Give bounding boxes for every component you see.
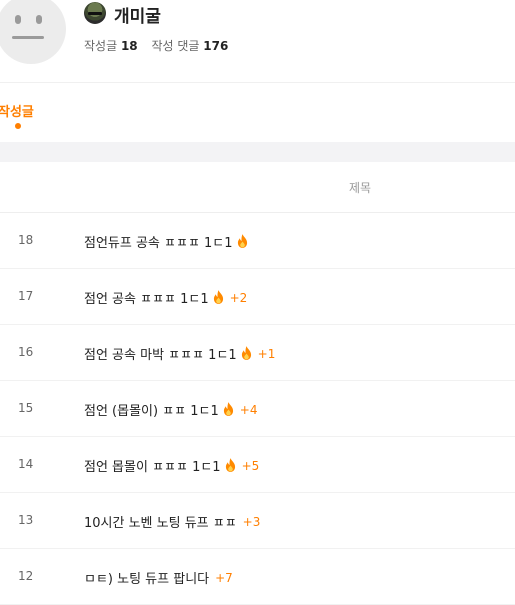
comments-label: 작성 댓글: [151, 39, 200, 53]
post-title-link[interactable]: 점언 공속 ㅍㅍㅍ 1ㄷ1 +2: [84, 288, 247, 307]
avatar-mouth: [12, 36, 44, 39]
post-title-link[interactable]: 10시간 노벤 노팅 듀프 ㅍㅍ +3: [84, 512, 261, 532]
comment-count: +2: [229, 290, 248, 305]
comment-count: +7: [215, 570, 233, 585]
profile-stats: 작성글 18 작성 댓글 176: [84, 37, 228, 54]
level-badge-icon: [84, 2, 106, 24]
avatar-eye-left: [15, 15, 21, 24]
comment-count: +5: [241, 458, 260, 473]
post-number: 16: [18, 345, 34, 359]
section-divider: [0, 142, 515, 162]
posts-count: 18: [120, 39, 138, 53]
post-title-link[interactable]: 점언 공속 마박 ㅍㅍㅍ 1ㄷ1 +1: [84, 344, 275, 363]
post-title-link[interactable]: 점언듀프 공속 ㅍㅍㅍ 1ㄷ1: [84, 232, 248, 251]
post-title-text: 점언 공속 ㅍㅍㅍ 1ㄷ1: [84, 292, 209, 307]
fire-icon: [237, 233, 248, 248]
nickname: 개미굴: [114, 7, 161, 27]
fire-icon: [225, 457, 236, 472]
comment-count: +1: [257, 346, 276, 361]
post-title-link[interactable]: 점언 몹몰이 ㅍㅍㅍ 1ㄷ1 +5: [84, 456, 259, 475]
avatar-eye-right: [36, 15, 42, 24]
profile-header: 개미굴 작성글 18 작성 댓글 176: [0, 0, 515, 83]
post-number: 12: [18, 569, 34, 583]
avatar[interactable]: [0, 0, 66, 64]
comments-count: 176: [203, 39, 229, 53]
post-title-text: 점언 (몹몰이) ㅍㅍ 1ㄷ1: [84, 404, 219, 419]
table-header: 제목: [0, 162, 515, 213]
post-number: 14: [18, 457, 34, 471]
table-row[interactable]: 13 10시간 노벤 노팅 듀프 ㅍㅍ +3: [0, 493, 515, 549]
comment-count: +4: [239, 402, 258, 417]
post-title-text: ㅁㅌ) 노팅 듀프 팝니다: [84, 572, 210, 587]
post-title-text: 점언 공속 마박 ㅍㅍㅍ 1ㄷ1: [84, 348, 237, 363]
post-title-text: 점언듀프 공속 ㅍㅍㅍ 1ㄷ1: [84, 236, 233, 251]
post-title-text: 10시간 노벤 노팅 듀프 ㅍㅍ: [84, 516, 237, 531]
post-list: 18 점언듀프 공속 ㅍㅍㅍ 1ㄷ1 17 점언 공속 ㅍㅍㅍ 1ㄷ1 +2 16 점언 공…: [0, 213, 515, 605]
comment-count: +3: [242, 514, 261, 529]
fire-icon: [213, 289, 224, 304]
table-row[interactable]: 12 ㅁㅌ) 노팅 듀프 팝니다 +7: [0, 549, 515, 605]
posts-label: 작성글: [84, 39, 118, 53]
post-number: 15: [18, 401, 34, 415]
post-number: 18: [18, 233, 34, 247]
post-number: 13: [18, 513, 34, 527]
active-tab-indicator: [15, 123, 21, 129]
post-number: 17: [18, 289, 34, 303]
post-title-link[interactable]: 점언 (몹몰이) ㅍㅍ 1ㄷ1 +4: [84, 400, 257, 419]
post-title-text: 점언 몹몰이 ㅍㅍㅍ 1ㄷ1: [84, 460, 221, 475]
fire-icon: [241, 345, 252, 360]
table-row[interactable]: 14 점언 몹몰이 ㅍㅍㅍ 1ㄷ1 +5: [0, 437, 515, 493]
table-row[interactable]: 18 점언듀프 공속 ㅍㅍㅍ 1ㄷ1: [0, 213, 515, 269]
tab-bar: 작성글: [0, 83, 515, 142]
tab-posts[interactable]: 작성글: [0, 101, 34, 120]
table-row[interactable]: 16 점언 공속 마박 ㅍㅍㅍ 1ㄷ1 +1: [0, 325, 515, 381]
column-title-header: 제목: [349, 181, 372, 195]
post-title-link[interactable]: ㅁㅌ) 노팅 듀프 팝니다 +7: [84, 568, 233, 588]
fire-icon: [223, 401, 234, 416]
table-row[interactable]: 15 점언 (몹몰이) ㅍㅍ 1ㄷ1 +4: [0, 381, 515, 437]
table-row[interactable]: 17 점언 공속 ㅍㅍㅍ 1ㄷ1 +2: [0, 269, 515, 325]
